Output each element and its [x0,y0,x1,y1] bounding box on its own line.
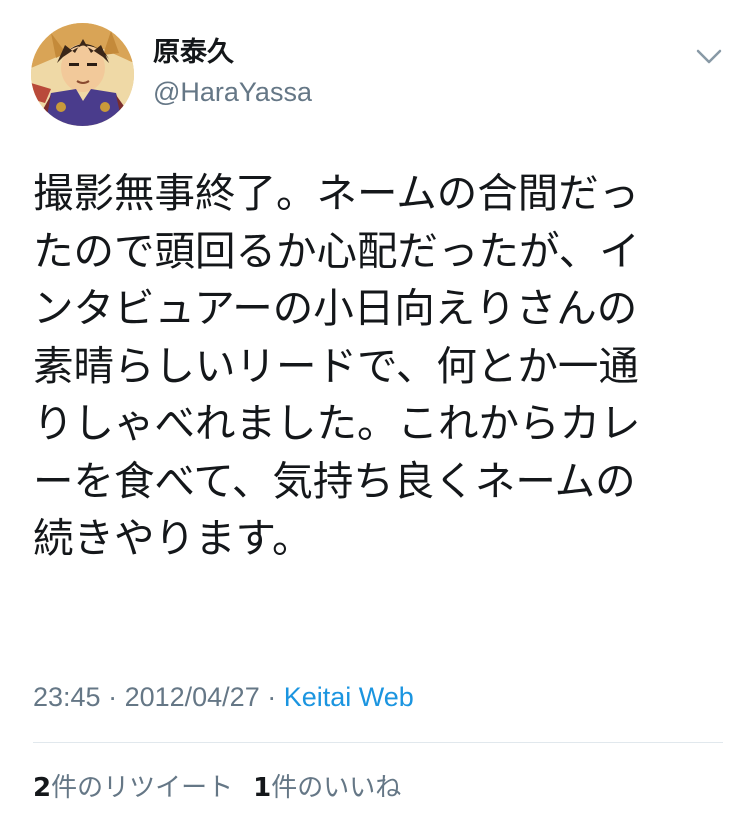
tweet-date[interactable]: 2012/04/27 [125,682,260,712]
likes-label: 件のいいね [271,773,402,803]
tweet-text-line: 撮影無事終了。ネームの合間だっ [33,169,640,217]
avatar[interactable] [31,23,134,126]
chevron-down-icon[interactable] [693,44,725,70]
divider [33,742,723,743]
tweet-metadata: 23:45 · 2012/04/27 · Keitai Web [33,680,414,714]
retweets-stat[interactable]: 2件のリツイート [33,773,233,803]
meta-separator: · [100,682,125,712]
tweet-text-line: ーを食べて、気持ち良くネームの [33,456,636,505]
tweet-text: 撮影無事終了。ネームの合間だっ たので頭回るか心配だったが、イ ンタビュアーの小… [33,165,713,568]
retweets-label: 件のリツイート [51,773,234,803]
tweet-source-link[interactable]: Keitai Web [284,682,414,712]
avatar-illustration [31,23,134,126]
likes-stat[interactable]: 1件のいいね [253,773,401,803]
likes-count: 1 [253,773,272,803]
author-handle[interactable]: @HaraYassa [153,75,312,109]
tweet-text-line: ンタビュアーの小日向えりさんの [33,284,638,332]
retweets-count: 2 [33,773,52,803]
tweet-time[interactable]: 23:45 [33,682,101,712]
meta-separator: · [259,682,284,712]
tweet-text-line: 続きやります。 [33,514,313,562]
tweet-text-line: りしゃべれました。これからカレ [33,399,641,447]
author-display-name[interactable]: 原泰久 [153,36,234,70]
tweet-detail: 原泰久 @HaraYassa 撮影無事終了。ネームの合間だっ たので頭回るか心配… [0,0,750,831]
tweet-text-line: たので頭回るか心配だったが、イ [33,226,640,275]
tweet-stats: 2件のリツイート 1件のいいね [33,771,401,805]
tweet-text-line: 素晴らしいリードで、何とか一通 [33,341,639,390]
